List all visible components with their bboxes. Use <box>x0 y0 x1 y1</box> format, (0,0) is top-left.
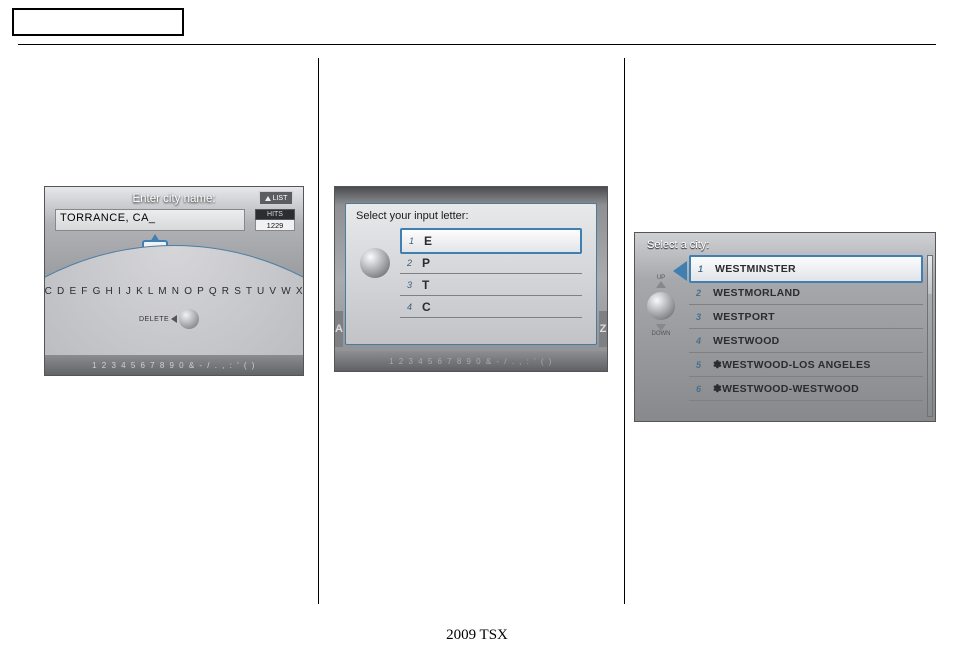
document-page: Enter city name: LIST TORRANCE, CA_ HITS… <box>0 0 954 652</box>
item-number: 2 <box>689 288 705 298</box>
item-text: ✽WESTWOOD-LOS ANGELES <box>705 359 923 371</box>
dialog-title: Select your input letter: <box>346 204 596 228</box>
option-letter: C <box>416 300 582 314</box>
item-text: WESTMORLAND <box>705 287 923 299</box>
letter-option[interactable]: 4 C <box>400 296 582 318</box>
city-item[interactable]: 2 WESTMORLAND <box>689 281 923 305</box>
down-label: DOWN <box>652 331 671 337</box>
city-item[interactable]: 3 WESTPORT <box>689 305 923 329</box>
hits-counter: HITS 1229 <box>255 209 295 231</box>
hits-label: HITS <box>255 209 295 220</box>
option-number: 3 <box>400 280 416 290</box>
alphabet-letters: A B C D E F G H I J K L M N O P Q R S T … <box>44 286 304 297</box>
triangle-up-icon <box>265 196 271 201</box>
city-name-input[interactable]: TORRANCE, CA_ <box>55 209 245 231</box>
scroll-thumb[interactable] <box>928 256 932 294</box>
number-symbol-row: 1 2 3 4 5 6 7 8 9 0 & - / . , : ' ( ) <box>335 351 607 371</box>
arc-side-a: A <box>335 311 343 347</box>
triangle-down-icon <box>656 324 666 331</box>
updown-knob-control: UP DOWN <box>639 275 683 337</box>
rotary-knob-icon[interactable] <box>179 309 199 329</box>
letter-option[interactable]: 1 E <box>400 228 582 254</box>
rotary-knob-icon[interactable] <box>647 292 675 320</box>
nav-screenshot-select-city: Select a city: UP DOWN 1 WESTMINSTER 2 W… <box>634 232 936 422</box>
letter-dialog: Select your input letter: 1 E 2 P 3 T 4 … <box>345 203 597 345</box>
item-number: 5 <box>689 360 705 370</box>
city-item[interactable]: 1 WESTMINSTER <box>689 255 923 283</box>
scrollbar[interactable] <box>927 255 933 417</box>
arc-side-z: Z <box>599 311 607 347</box>
item-text: ✽WESTWOOD-WESTWOOD <box>705 383 923 395</box>
city-list: 1 WESTMINSTER 2 WESTMORLAND 3 WESTPORT 4… <box>689 255 923 401</box>
city-item[interactable]: 6 ✽WESTWOOD-WESTWOOD <box>689 377 923 401</box>
item-number: 6 <box>689 384 705 394</box>
triangle-left-icon <box>171 315 177 323</box>
city-item[interactable]: 4 WESTWOOD <box>689 329 923 353</box>
list-button-label: LIST <box>273 195 288 202</box>
option-number: 2 <box>400 258 416 268</box>
item-text: WESTWOOD <box>705 335 923 347</box>
letter-option[interactable]: 3 T <box>400 274 582 296</box>
nav-screenshot-enter-city: Enter city name: LIST TORRANCE, CA_ HITS… <box>44 186 304 376</box>
up-control[interactable]: UP <box>656 275 666 288</box>
rotary-knob-icon[interactable] <box>360 248 390 278</box>
list-button[interactable]: LIST <box>259 191 293 205</box>
triangle-up-icon <box>656 281 666 288</box>
item-number: 3 <box>689 312 705 322</box>
hits-value: 1229 <box>255 220 295 231</box>
horizontal-rule <box>18 44 936 45</box>
letter-option[interactable]: 2 P <box>400 252 582 274</box>
option-letter: T <box>416 278 582 292</box>
item-number: 4 <box>689 336 705 346</box>
footer-text: 2009 TSX <box>0 627 954 644</box>
item-text: WESTMINSTER <box>707 263 921 275</box>
nav-screenshot-select-letter: A Z Select your input letter: 1 E 2 P 3 … <box>334 186 608 372</box>
item-text: WESTPORT <box>705 311 923 323</box>
delete-knob-group: DELETE <box>139 309 199 329</box>
option-letter: P <box>416 256 582 270</box>
option-number: 1 <box>402 236 418 246</box>
column-separator <box>318 58 319 604</box>
option-letter: E <box>418 234 580 248</box>
screen3-title: Select a city: <box>635 233 935 251</box>
item-number: 1 <box>691 264 707 274</box>
city-item[interactable]: 5 ✽WESTWOOD-LOS ANGELES <box>689 353 923 377</box>
column-separator <box>624 58 625 604</box>
header-box <box>12 8 184 36</box>
number-symbol-row[interactable]: 1 2 3 4 5 6 7 8 9 0 & - / . , : ' ( ) <box>45 355 303 375</box>
option-number: 4 <box>400 302 416 312</box>
delete-label: DELETE <box>139 316 169 323</box>
down-control[interactable]: DOWN <box>652 324 671 337</box>
